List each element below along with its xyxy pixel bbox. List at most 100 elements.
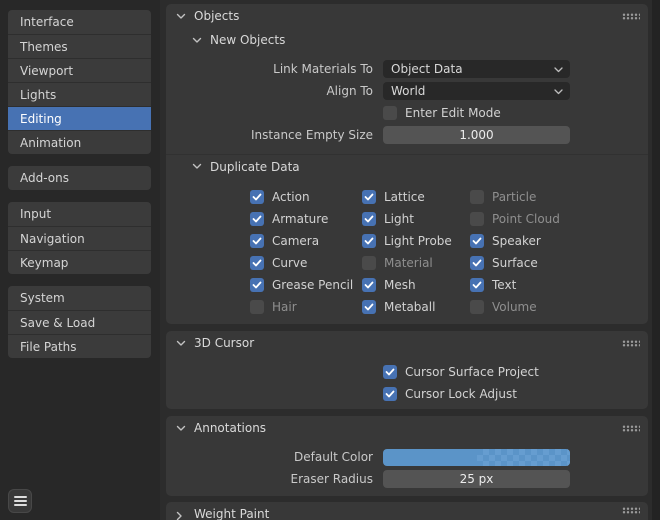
subpanel-new-objects-header[interactable]: New Objects [166,28,648,52]
panel-annotations-header[interactable]: Annotations [166,416,648,440]
scrollbar-gutter[interactable] [652,0,660,520]
panel-drag-grip-icon[interactable] [622,507,640,514]
sidebar-item-viewport[interactable]: Viewport [8,58,151,82]
grease-pencil-checkbox[interactable] [250,278,264,292]
default-color-row: Default Color [166,446,648,468]
panel-drag-grip-icon[interactable] [622,13,640,20]
sidebar-item-system[interactable]: System [8,286,151,310]
light-probe-checkbox[interactable] [362,234,376,248]
dup-item-action: Action [250,186,362,208]
preferences-window: Interface Themes Viewport Lights Editing… [0,0,660,520]
cursor-lock-adjust-checkbox[interactable] [383,387,397,401]
panel-title: 3D Cursor [194,336,254,350]
subpanel-title: Duplicate Data [210,160,300,174]
color-swatch-solid [383,449,477,466]
align-to-row: Align To World [166,80,648,102]
checkbox-label: Cursor Lock Adjust [405,387,517,401]
metaball-checkbox[interactable] [362,300,376,314]
volume-checkbox[interactable] [470,300,484,314]
duplicate-data-column-3: Particle Point Cloud Speaker Surface [470,186,620,318]
checkbox-label: Text [492,278,516,292]
dup-item-light-probe: Light Probe [362,230,470,252]
dup-item-grease-pencil: Grease Pencil [250,274,362,296]
surface-checkbox[interactable] [470,256,484,270]
instance-empty-size-row: Instance Empty Size 1.000 [166,124,648,146]
armature-checkbox[interactable] [250,212,264,226]
link-materials-row: Link Materials To Object Data [166,58,648,80]
dup-item-camera: Camera [250,230,362,252]
sidebar-item-interface[interactable]: Interface [8,10,151,34]
default-color-swatch[interactable] [383,449,570,466]
sidebar-item-addons[interactable]: Add-ons [8,166,151,190]
dup-item-armature: Armature [250,208,362,230]
align-to-dropdown[interactable]: World [383,82,570,100]
enter-edit-mode-checkbox[interactable] [383,106,397,120]
panel-title: Annotations [194,421,266,435]
dup-item-curve: Curve [250,252,362,274]
checkbox-label: Grease Pencil [272,278,353,292]
light-checkbox[interactable] [362,212,376,226]
chevron-down-icon [192,163,202,170]
dup-item-speaker: Speaker [470,230,620,252]
mesh-checkbox[interactable] [362,278,376,292]
checkbox-label: Mesh [384,278,416,292]
sidebar-item-save-load[interactable]: Save & Load [8,310,151,334]
dup-item-particle: Particle [470,186,620,208]
eraser-radius-row: Eraser Radius 25 px [166,468,648,490]
link-materials-label: Link Materials To [166,62,383,76]
checkbox-label: Armature [272,212,328,226]
new-objects-rows: Link Materials To Object Data Align To W… [166,52,648,154]
sidebar-item-keymap[interactable]: Keymap [8,250,151,274]
panel-weight-paint: Weight Paint [166,502,648,520]
preferences-main: Objects New Objects Link Materials To Ob… [160,0,660,520]
link-materials-dropdown[interactable]: Object Data [383,60,570,78]
panel-weight-paint-header[interactable]: Weight Paint [166,502,648,520]
duplicate-data-column-1: Action Armature Camera Curve [250,186,362,318]
sidebar-item-themes[interactable]: Themes [8,34,151,58]
panel-3d-cursor-header[interactable]: 3D Cursor [166,331,648,355]
lattice-checkbox[interactable] [362,190,376,204]
instance-empty-size-field[interactable]: 1.000 [383,126,570,144]
chevron-down-icon [554,62,563,76]
sidebar-item-lights[interactable]: Lights [8,82,151,106]
instance-empty-size-label: Instance Empty Size [166,128,383,142]
panel-objects-header[interactable]: Objects [166,4,648,28]
checkbox-label: Point Cloud [492,212,560,226]
panel-annotations: Annotations Default Color Eraser Radius … [166,416,648,496]
speaker-checkbox[interactable] [470,234,484,248]
sidebar-item-editing[interactable]: Editing [8,106,151,130]
chevron-down-icon [176,13,186,20]
panel-title: Objects [194,9,239,23]
sidebar-item-animation[interactable]: Animation [8,130,151,154]
panel-3d-cursor: 3D Cursor Cursor Surface Project Cur [166,331,648,409]
panel-drag-grip-icon[interactable] [622,425,640,432]
duplicate-data-column-2: Lattice Light Light Probe Material [362,186,470,318]
checkbox-label: Camera [272,234,319,248]
curve-checkbox[interactable] [250,256,264,270]
particle-checkbox[interactable] [470,190,484,204]
panel-drag-grip-icon[interactable] [622,340,640,347]
text-checkbox[interactable] [470,278,484,292]
dup-item-light: Light [362,208,470,230]
cursor-surface-project-checkbox[interactable] [383,365,397,379]
eraser-radius-field[interactable]: 25 px [383,470,570,488]
preferences-sidebar: Interface Themes Viewport Lights Editing… [0,0,160,520]
material-checkbox[interactable] [362,256,376,270]
action-checkbox[interactable] [250,190,264,204]
checkbox-label: Curve [272,256,307,270]
camera-checkbox[interactable] [250,234,264,248]
chevron-down-icon [192,37,202,44]
preferences-menu-button[interactable] [8,489,32,513]
sidebar-item-file-paths[interactable]: File Paths [8,334,151,358]
point-cloud-checkbox[interactable] [470,212,484,226]
chevron-down-icon [176,425,186,432]
sidebar-item-navigation[interactable]: Navigation [8,226,151,250]
sidebar-group-system: System Save & Load File Paths [8,286,151,358]
chevron-down-icon [176,340,186,347]
hair-checkbox[interactable] [250,300,264,314]
sidebar-item-input[interactable]: Input [8,202,151,226]
color-swatch-alpha-checker [477,449,571,466]
cursor-lock-adjust-row: Cursor Lock Adjust [166,383,648,405]
dropdown-value: Object Data [391,62,463,76]
subpanel-duplicate-data-header[interactable]: Duplicate Data [166,154,648,178]
